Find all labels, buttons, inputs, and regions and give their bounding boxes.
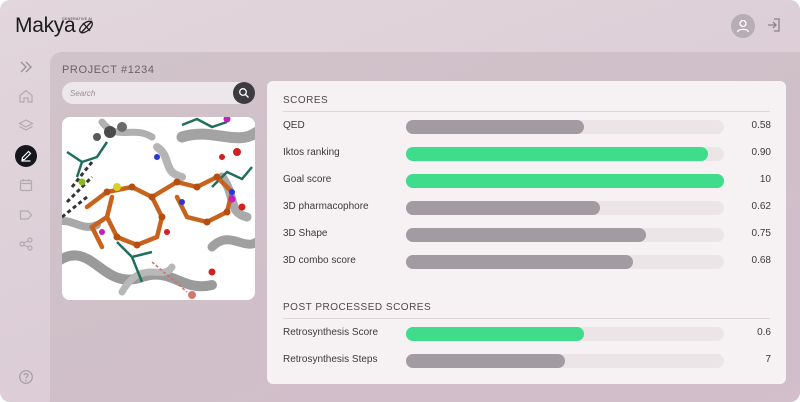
score-value: 0.62 [751,201,771,212]
page-title: PROJECT #1234 [62,64,155,76]
score-row: 3D Shape 0.75 [267,227,786,243]
score-value: 0.68 [751,255,771,266]
score-bar [406,201,724,215]
score-row: QED 0.58 [267,119,786,135]
post-score-label: Retrosynthesis Steps [283,354,378,365]
logout-button[interactable] [766,17,782,38]
score-label: 3D Shape [283,228,328,239]
molecule-viewer[interactable] [62,117,255,300]
home-icon [19,89,33,103]
score-value: 0.75 [751,228,771,239]
help-button[interactable] [15,366,37,388]
logout-icon [768,18,780,32]
molecule-3d-image [62,117,255,300]
sidebar-item-layers[interactable] [15,115,37,137]
help-icon [19,370,33,384]
post-score-row: Retrosynthesis Score 0.6 [267,326,786,342]
score-bar [406,174,724,188]
search-icon [239,88,249,98]
score-row: Goal score 10 [267,173,786,189]
sidebar-item-tag[interactable] [15,204,37,226]
sidebar-item-share[interactable] [15,233,37,255]
score-row: Iktos ranking 0.90 [267,146,786,162]
search-bar [62,82,255,104]
brand-tagline: GENERATIVE AI [62,17,93,21]
score-label: 3D pharmacophore [283,201,369,212]
post-score-bar-fill [406,327,585,341]
score-value: 0.90 [751,147,771,158]
score-label: QED [283,120,305,131]
post-score-value: 0.6 [757,327,771,338]
post-score-bar [406,354,724,368]
tag-icon [19,210,33,220]
post-score-bar-fill [406,354,565,368]
score-bar [406,255,724,269]
scores-panel: SCORES QED 0.58 Iktos ranking 0.90 Goal … [267,81,786,384]
search-input[interactable] [62,82,232,104]
top-bar: Makya GENERATIVE AI [0,0,800,52]
post-scores-divider [283,318,770,319]
post-scores-section-title: POST PROCESSED SCORES [283,302,432,313]
share-icon [19,237,33,251]
search-button[interactable] [233,82,255,104]
score-label: Goal score [283,174,332,185]
score-label: Iktos ranking [283,147,340,158]
sidebar-item-home[interactable] [15,85,37,107]
post-score-label: Retrosynthesis Score [283,327,379,338]
score-bar-fill [406,228,647,242]
post-score-bar [406,327,724,341]
score-bar-fill [406,201,600,215]
score-bar [406,228,724,242]
score-row: 3D pharmacophore 0.62 [267,200,786,216]
scores-section-title: SCORES [283,95,329,106]
layers-icon [18,119,34,131]
scores-divider [283,111,770,112]
post-score-row: Retrosynthesis Steps 7 [267,353,786,369]
sidebar-item-calendar[interactable] [15,174,37,196]
score-row: 3D combo score 0.68 [267,254,786,270]
chevrons-right-icon [20,61,32,73]
score-bar [406,120,724,134]
score-bar-fill [406,255,634,269]
score-value: 10 [759,174,771,185]
calendar-icon [19,179,33,192]
post-score-value: 7 [765,354,771,365]
sidebar-item-expand[interactable] [15,56,37,78]
user-avatar[interactable] [731,14,755,38]
score-bar [406,147,724,161]
score-value: 0.58 [751,120,771,131]
user-icon [736,19,750,33]
sidebar [0,52,50,402]
score-label: 3D combo score [283,255,356,266]
score-bar-fill [406,174,724,188]
score-bar-fill [406,147,709,161]
pen-icon [21,150,32,162]
brand-logo[interactable]: Makya GENERATIVE AI [15,14,95,38]
score-bar-fill [406,120,585,134]
sidebar-item-edit[interactable] [15,145,37,167]
app-window: Makya GENERATIVE AI PROJECT #1234 Search… [0,0,800,402]
